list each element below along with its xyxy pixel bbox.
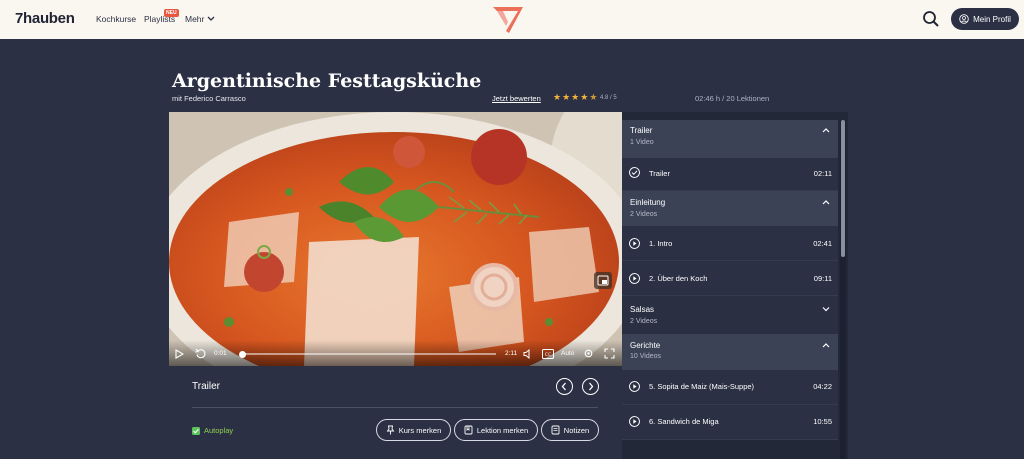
play-circle-icon: [629, 381, 640, 392]
bookmark-icon: [464, 425, 473, 435]
nav-kochkurse[interactable]: Kochkurse: [96, 14, 136, 24]
progress-knob[interactable]: [239, 350, 247, 358]
nav-mehr-label: Mehr: [185, 14, 205, 24]
chevron-down-icon: [207, 16, 215, 21]
section-title: Einleitung: [630, 198, 666, 207]
progress-track[interactable]: [240, 353, 496, 355]
lesson-info-panel: [169, 366, 622, 459]
nav-mehr[interactable]: Mehr: [185, 14, 215, 24]
lesson-time: 09:11: [813, 274, 832, 283]
notes-label: Notizen: [563, 425, 590, 435]
lesson-time: 10:55: [813, 417, 832, 426]
replay-icon[interactable]: [195, 348, 206, 359]
section-title: Gerichte: [630, 341, 661, 350]
check-icon: [193, 428, 199, 434]
search-icon[interactable]: [922, 10, 940, 28]
section-header-trailer[interactable]: Trailer 1 Video: [622, 120, 838, 158]
top-navigation-bar: 7hauben Kochkurse Playlists NEU Mehr Mei…: [0, 0, 1024, 39]
video-player[interactable]: [169, 112, 622, 366]
brand-mark-icon[interactable]: [491, 5, 525, 35]
lesson-item-sopita-de-maiz[interactable]: 5. Sopita de Maiz (Mais-Suppe) 04:22: [622, 370, 838, 405]
play-circle-icon: [629, 238, 640, 249]
picture-in-picture-button[interactable]: [594, 272, 612, 289]
play-circle-icon: [629, 416, 640, 427]
section-count: 2 Videos: [630, 211, 658, 218]
check-circle-icon: [629, 167, 640, 178]
settings-gear-icon[interactable]: [583, 348, 594, 359]
save-course-label: Kurs merken: [398, 425, 442, 435]
current-time: 0:01: [214, 350, 227, 357]
user-icon: [959, 14, 969, 24]
section-header-einleitung[interactable]: Einleitung 2 Videos: [622, 191, 838, 226]
play-icon[interactable]: [175, 349, 184, 359]
rate-course-link[interactable]: Jetzt bewerten: [492, 94, 541, 103]
course-duration: 02:46 h / 20 Lektionen: [695, 94, 770, 103]
picture-in-picture-icon: [597, 275, 609, 286]
profile-button[interactable]: Mein Profil: [951, 8, 1019, 30]
lesson-item-ueber-den-koch[interactable]: 2. Über den Koch 09:11: [622, 261, 838, 296]
star-icon: ★: [580, 92, 589, 102]
rating-value: 4.8 / 5: [600, 95, 617, 101]
section-title: Trailer: [630, 126, 653, 135]
star-icon: ★: [553, 92, 562, 102]
star-icon: ★: [562, 92, 571, 102]
chevron-up-icon: [822, 343, 830, 348]
lesson-name: 2. Über den Koch: [649, 274, 708, 283]
volume-icon[interactable]: [523, 349, 534, 359]
autoplay-label: Autoplay: [204, 426, 234, 435]
chevron-right-icon: [589, 382, 594, 391]
star-icon: ★: [571, 92, 580, 102]
next-lesson-button[interactable]: [582, 378, 599, 395]
chevron-up-icon: [822, 128, 830, 133]
autoplay-toggle[interactable]: Autoplay: [192, 426, 233, 435]
notes-button[interactable]: Notizen: [541, 419, 599, 441]
captions-icon[interactable]: CC: [542, 349, 554, 359]
section-header-gerichte[interactable]: Gerichte 10 Videos: [622, 334, 838, 370]
chevron-left-icon: [561, 382, 566, 391]
section-count: 1 Video: [630, 139, 654, 146]
lesson-item-trailer[interactable]: Trailer 02:11: [622, 158, 838, 191]
autoplay-checkbox[interactable]: [192, 426, 200, 435]
section-title: Salsas: [630, 305, 655, 314]
lesson-time: 04:22: [813, 382, 832, 391]
star-icon: ★: [589, 92, 598, 102]
total-time: 2:11: [505, 350, 518, 357]
pin-icon: [386, 425, 395, 435]
lesson-name: Trailer: [649, 169, 670, 178]
new-badge: NEU: [164, 9, 179, 17]
lesson-time: 02:11: [813, 169, 832, 178]
lesson-item-sandwich-de-miga[interactable]: 6. Sandwich de Miga 10:55: [622, 405, 838, 440]
section-count: 2 Videos: [630, 318, 658, 325]
lesson-time: 02:41: [813, 239, 832, 248]
sidebar-scroll-thumb[interactable]: [841, 120, 845, 257]
course-title: Argentinische Festtagsküche: [172, 70, 482, 92]
section-header-salsas[interactable]: Salsas 2 Videos: [622, 296, 838, 334]
lesson-name: 1. Intro: [649, 239, 673, 248]
chevron-up-icon: [822, 200, 830, 205]
save-lesson-button[interactable]: Lektion merken: [454, 419, 538, 441]
rating-stars: ★ ★ ★ ★ ★: [553, 92, 597, 103]
lesson-item-intro[interactable]: 1. Intro 02:41: [622, 226, 838, 261]
save-course-button[interactable]: Kurs merken: [376, 419, 451, 441]
panel-divider: [192, 407, 598, 408]
section-count: 10 Videos: [630, 353, 662, 360]
notes-icon: [551, 425, 560, 435]
lesson-name: 6. Sandwich de Miga: [649, 417, 719, 426]
profile-label: Mein Profil: [973, 14, 1011, 24]
play-circle-icon: [629, 273, 640, 284]
chevron-down-icon: [822, 307, 830, 312]
save-lesson-label: Lektion merken: [476, 425, 529, 435]
course-author: mit Federico Carrasco: [172, 94, 246, 103]
lesson-name: 5. Sopita de Maiz (Mais-Suppe): [649, 382, 755, 391]
video-frame-image: [169, 112, 622, 366]
site-logo[interactable]: 7hauben: [15, 10, 75, 27]
fullscreen-icon[interactable]: [604, 348, 615, 359]
previous-lesson-button[interactable]: [556, 378, 573, 395]
current-lesson-title: Trailer: [192, 381, 220, 392]
quality-label[interactable]: Auto: [561, 350, 574, 357]
svg-text:CC: CC: [545, 352, 551, 358]
